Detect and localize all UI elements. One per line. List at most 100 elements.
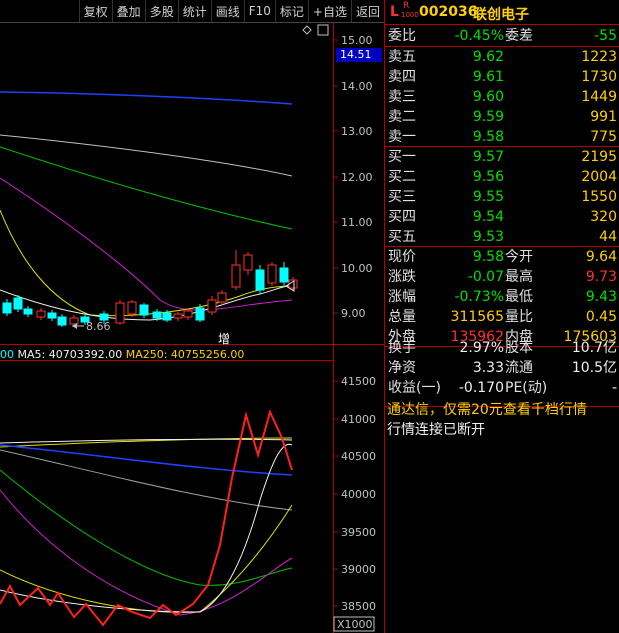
candlestick bbox=[195, 307, 205, 321]
fund-label-1: 收益(一) bbox=[388, 380, 441, 396]
ma-line-green bbox=[0, 146, 293, 230]
bid-price: 9.55 bbox=[472, 189, 504, 205]
toolbar-add-watchlist-button[interactable]: +自选 bbox=[307, 0, 351, 22]
ask-label: 卖三 bbox=[388, 89, 416, 105]
quote-label-1: 现价 bbox=[388, 249, 416, 265]
ask-row[interactable]: 卖三 9.60 1449 bbox=[385, 87, 619, 107]
stock-prefix-sub: 1000 bbox=[401, 11, 419, 19]
indicator-lead: 00 bbox=[0, 348, 14, 361]
quote-value-1: 311565 bbox=[450, 309, 504, 325]
fund-row: 收益(一) -0.170 PE(动) - bbox=[385, 378, 619, 398]
quote-row: 涨跌 -0.07 最高 9.73 bbox=[385, 267, 619, 287]
toolbar-mark-button[interactable]: 标记 bbox=[274, 0, 308, 22]
ask-label: 卖二 bbox=[388, 109, 416, 125]
connection-status: 行情连接已断开 bbox=[387, 422, 485, 438]
fund-value-2: 10.7亿 bbox=[571, 340, 617, 356]
stock-header: L R 1000 002036 联创电子 bbox=[385, 0, 619, 25]
quote-label-2: 量比 bbox=[505, 309, 533, 325]
ask-row[interactable]: 卖一 9.58 775 bbox=[385, 127, 619, 147]
upgrade-notice[interactable]: 通达信，仅需20元查看千档行情 bbox=[387, 399, 619, 421]
bid-volume: 2004 bbox=[581, 169, 617, 185]
price-tick-label: 13.00 bbox=[341, 125, 373, 138]
chart-area[interactable]: 8.66 增 15.00 14.00 13.00 12.00 11.00 10.00 9.0… bbox=[0, 0, 384, 633]
quote-label-1: 涨跌 bbox=[388, 269, 416, 285]
candlestick bbox=[255, 269, 265, 291]
volume-axis: 41500 41000 40500 40000 39500 39000 38500 bbox=[333, 375, 376, 613]
volume-tick-label: 41500 bbox=[341, 375, 376, 388]
commission-row: 委比 -0.45% 委差 -55 bbox=[385, 26, 619, 46]
toolbar-fuquan-button[interactable]: 复权 bbox=[78, 0, 112, 22]
vol-line-red bbox=[0, 409, 293, 627]
commission-ratio-value: -0.45% bbox=[454, 28, 504, 44]
bid-price: 9.53 bbox=[472, 229, 504, 245]
candlestick bbox=[183, 310, 193, 318]
toolbar-multi-stock-button[interactable]: 多股 bbox=[144, 0, 178, 22]
stock-prefix-l: L bbox=[390, 4, 399, 20]
vol-ma-gray bbox=[0, 449, 293, 511]
bid-price: 9.54 bbox=[472, 209, 504, 225]
ask-volume: 1730 bbox=[581, 69, 617, 85]
bid-row[interactable]: 买一 9.57 2195 bbox=[385, 147, 619, 167]
candlestick bbox=[279, 267, 289, 283]
ma-line-blue bbox=[0, 91, 293, 105]
volume-tick-label: 38500 bbox=[341, 600, 376, 613]
quote-label-2: 最高 bbox=[505, 269, 533, 285]
bid-row[interactable]: 买五 9.53 44 bbox=[385, 227, 619, 247]
vol-ma-green bbox=[0, 469, 293, 586]
quote-value-2: 9.73 bbox=[585, 269, 617, 285]
bid-label: 买二 bbox=[388, 169, 416, 185]
ask-row[interactable]: 卖四 9.61 1730 bbox=[385, 67, 619, 87]
quote-panel: L R 1000 002036 联创电子 委比 -0.45% 委差 -55 卖五… bbox=[384, 0, 619, 633]
fund-label-2: 股本 bbox=[505, 340, 533, 356]
commission-ratio-label: 委比 bbox=[388, 28, 416, 44]
candlestick bbox=[13, 297, 23, 310]
volume-tick-label: 40500 bbox=[341, 450, 376, 463]
volume-unit: X1000 bbox=[337, 618, 373, 631]
commission-diff-label: 委差 bbox=[505, 28, 533, 44]
bid-volume: 44 bbox=[599, 229, 617, 245]
candlestick bbox=[115, 302, 125, 324]
ma-line-magenta bbox=[0, 177, 293, 311]
indicator-row: 00 MA5: 40703392.00 MA250: 40755256.00 bbox=[0, 348, 244, 361]
toolbar-f10-button[interactable]: F10 bbox=[243, 0, 275, 22]
indicator-ma250: MA250: 40755256.00 bbox=[125, 348, 245, 361]
bid-row[interactable]: 买二 9.56 2004 bbox=[385, 167, 619, 187]
ask-volume: 775 bbox=[590, 129, 617, 145]
quote-value-1: -0.73% bbox=[454, 289, 504, 305]
kline-chart[interactable]: 8.66 增 15.00 14.00 13.00 12.00 11.00 10.00 9.0… bbox=[0, 0, 384, 633]
quote-value-1: 9.58 bbox=[472, 249, 504, 265]
quote-row: 涨幅 -0.73% 最低 9.43 bbox=[385, 287, 619, 307]
price-tick-label: 10.00 bbox=[341, 262, 373, 275]
fund-value-1: -0.170 bbox=[458, 380, 504, 396]
ask-price: 9.58 bbox=[472, 129, 504, 145]
bid-label: 买五 bbox=[388, 229, 416, 245]
bid-label: 买一 bbox=[388, 149, 416, 165]
chart-toolbar: 复权 叠加 多股 统计 画线 F10 标记 +自选 返回 bbox=[0, 0, 384, 23]
ask-price: 9.60 bbox=[472, 89, 504, 105]
ask-row[interactable]: 卖五 9.62 1223 bbox=[385, 47, 619, 67]
quote-label-2: 最低 bbox=[505, 289, 533, 305]
quote-label-1: 涨幅 bbox=[388, 289, 416, 305]
toolbar-draw-button[interactable]: 画线 bbox=[210, 0, 244, 22]
ask-row[interactable]: 卖二 9.59 991 bbox=[385, 107, 619, 127]
candlestick bbox=[267, 264, 277, 284]
price-tick-label: 12.00 bbox=[341, 171, 373, 184]
quote-value-2: 0.45 bbox=[585, 309, 617, 325]
volume-tick-label: 39500 bbox=[341, 526, 376, 539]
bid-row[interactable]: 买四 9.54 320 bbox=[385, 207, 619, 227]
candlestick bbox=[152, 311, 162, 319]
candlestick bbox=[162, 312, 172, 321]
bid-price: 9.57 bbox=[472, 149, 504, 165]
fund-label-2: 流通 bbox=[505, 360, 533, 376]
ask-volume: 1449 bbox=[581, 89, 617, 105]
bid-volume: 2195 bbox=[581, 149, 617, 165]
bid-price: 9.56 bbox=[472, 169, 504, 185]
toolbar-back-button[interactable]: 返回 bbox=[350, 0, 384, 22]
candlesticks bbox=[2, 250, 298, 327]
ask-volume: 991 bbox=[590, 109, 617, 125]
bid-row[interactable]: 买三 9.55 1550 bbox=[385, 187, 619, 207]
price-tick-label: 11.00 bbox=[341, 216, 373, 229]
toolbar-overlay-button[interactable]: 叠加 bbox=[111, 0, 145, 22]
candlestick bbox=[23, 308, 33, 315]
toolbar-stats-button[interactable]: 统计 bbox=[177, 0, 211, 22]
